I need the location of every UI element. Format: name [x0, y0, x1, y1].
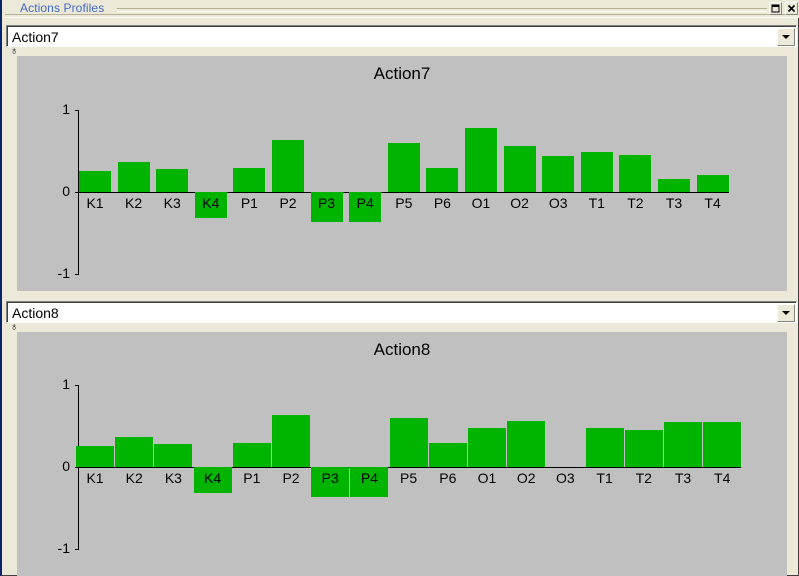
x-category-label-p2: P2	[282, 470, 300, 486]
bar-o3	[542, 155, 575, 192]
x-category-label-p6: P6	[433, 195, 451, 211]
x-category-label-p5: P5	[400, 470, 418, 486]
chevron-down-icon-1[interactable]	[777, 28, 795, 46]
bar-p5	[389, 417, 428, 467]
x-category-label-k1: K1	[86, 195, 104, 211]
x-category-label-p6: P6	[439, 470, 457, 486]
x-axis-baseline	[78, 192, 729, 193]
bar-o2	[507, 421, 546, 467]
x-category-label-p4: P4	[356, 195, 374, 211]
bar-p6	[428, 443, 467, 467]
x-category-label-p1: P1	[240, 195, 258, 211]
y-tick-mark	[75, 274, 79, 275]
x-category-label-k4: K4	[204, 470, 222, 486]
x-category-label-t1: T1	[588, 195, 605, 211]
x-category-label-k4: K4	[202, 195, 220, 211]
bar-k2	[117, 161, 150, 192]
x-category-label-t4: T4	[704, 195, 721, 211]
bar-t3	[658, 178, 690, 192]
plot-area-0: 1 0 -1 K1 K2 K3 K4 P1 P2 P3 P4 P5 P6 O1 O2 O3 T1 T2 T3 T4	[17, 56, 787, 291]
action-profile-value-1: Action7	[12, 29, 59, 45]
x-category-label-p5: P5	[395, 195, 413, 211]
actions-profiles-window: Actions Profiles Action7 ♁ Action7 1 0 -1	[0, 0, 799, 576]
bar-p5	[387, 142, 420, 192]
x-category-label-t4: T4	[714, 470, 731, 486]
panel-splitter-2[interactable]: ♁	[6, 322, 797, 333]
y-tick-label: 1	[62, 101, 70, 117]
x-category-label-p4: P4	[360, 470, 378, 486]
close-icon	[787, 4, 796, 13]
y-tick-label: 0	[62, 458, 70, 474]
bar-t2	[619, 155, 652, 192]
x-category-label-k2: K2	[125, 195, 143, 211]
panel-splitter-1[interactable]: ♁	[6, 46, 797, 57]
chart-panel-action7: Action7 1 0 -1 K1 K2 K3 K4 P1 P2 P3 P4 P5 P6 O1 O2 O3 T1…	[17, 56, 787, 291]
x-category-label-o3: O3	[548, 195, 568, 211]
y-tick-mark	[75, 385, 79, 386]
y-tick-label: 0	[62, 183, 70, 199]
bar-t3	[664, 421, 702, 467]
plot-area-1: 1 0 -1 K1 K2 K3 K4 P1 P2 P3 P4 P5 P6 O1 O2 O3 T1 T2 T3 T4	[17, 332, 787, 576]
action-profile-selector-1[interactable]: Action7	[6, 25, 797, 47]
x-category-label-k3: K3	[163, 195, 181, 211]
x-category-label-o2: O2	[516, 470, 536, 486]
bar-p6	[426, 168, 459, 192]
window-title: Actions Profiles	[20, 1, 105, 15]
x-category-label-k2: K2	[125, 470, 143, 486]
y-tick-mark	[75, 110, 79, 111]
window-titlebar: Actions Profiles	[2, 0, 799, 18]
bar-p2	[272, 140, 304, 192]
restore-button[interactable]	[769, 2, 782, 15]
bar-t4	[703, 421, 742, 467]
bar-o1	[465, 128, 497, 192]
bar-k2	[115, 436, 154, 467]
x-category-label-t2: T2	[635, 470, 652, 486]
x-category-label-o1: O1	[477, 470, 497, 486]
bar-t1	[585, 427, 624, 467]
bar-p1	[232, 443, 271, 467]
chevron-down-icon-2[interactable]	[777, 304, 795, 322]
x-category-label-t2: T2	[627, 195, 644, 211]
x-axis-baseline	[78, 467, 742, 468]
y-tick-label: 1	[62, 376, 70, 392]
x-category-label-o1: O1	[471, 195, 491, 211]
bar-p2	[272, 415, 310, 467]
x-category-label-o2: O2	[510, 195, 529, 211]
x-category-label-t1: T1	[596, 470, 613, 486]
x-category-label-p1: P1	[243, 470, 261, 486]
titlebar-divider-bottom	[5, 14, 798, 18]
x-category-label-k3: K3	[164, 470, 182, 486]
bar-o2	[503, 146, 536, 192]
x-category-label-p3: P3	[321, 470, 339, 486]
bar-k1	[79, 170, 111, 192]
bar-k3	[154, 444, 193, 467]
chart-panel-action8: Action8 1 0 -1 K1 K2 K3 K4 P1 P2 P3 P4 P5 P6 O1 O2 O3 T1…	[17, 332, 787, 576]
y-tick-mark	[75, 549, 79, 550]
titlebar-divider-right	[117, 8, 767, 12]
x-category-label-t3: T3	[665, 195, 683, 211]
x-category-label-p3: P3	[318, 195, 336, 211]
bar-o1	[468, 427, 506, 467]
close-button[interactable]	[785, 2, 798, 15]
y-tick-label: -1	[57, 265, 70, 281]
bar-k1	[76, 445, 114, 467]
restore-icon	[771, 4, 780, 13]
bar-t4	[696, 174, 729, 192]
x-category-label-t3: T3	[674, 470, 692, 486]
x-category-label-k1: K1	[86, 470, 104, 486]
y-tick-label: -1	[57, 540, 70, 556]
bar-p1	[233, 168, 266, 192]
x-category-label-o3: O3	[556, 470, 575, 486]
x-category-label-p2: P2	[279, 195, 297, 211]
bar-k3	[156, 169, 189, 192]
bar-t1	[580, 151, 613, 192]
action-profile-value-2: Action8	[12, 305, 59, 321]
action-profile-selector-2[interactable]: Action8	[6, 301, 797, 323]
bar-t2	[624, 430, 663, 467]
